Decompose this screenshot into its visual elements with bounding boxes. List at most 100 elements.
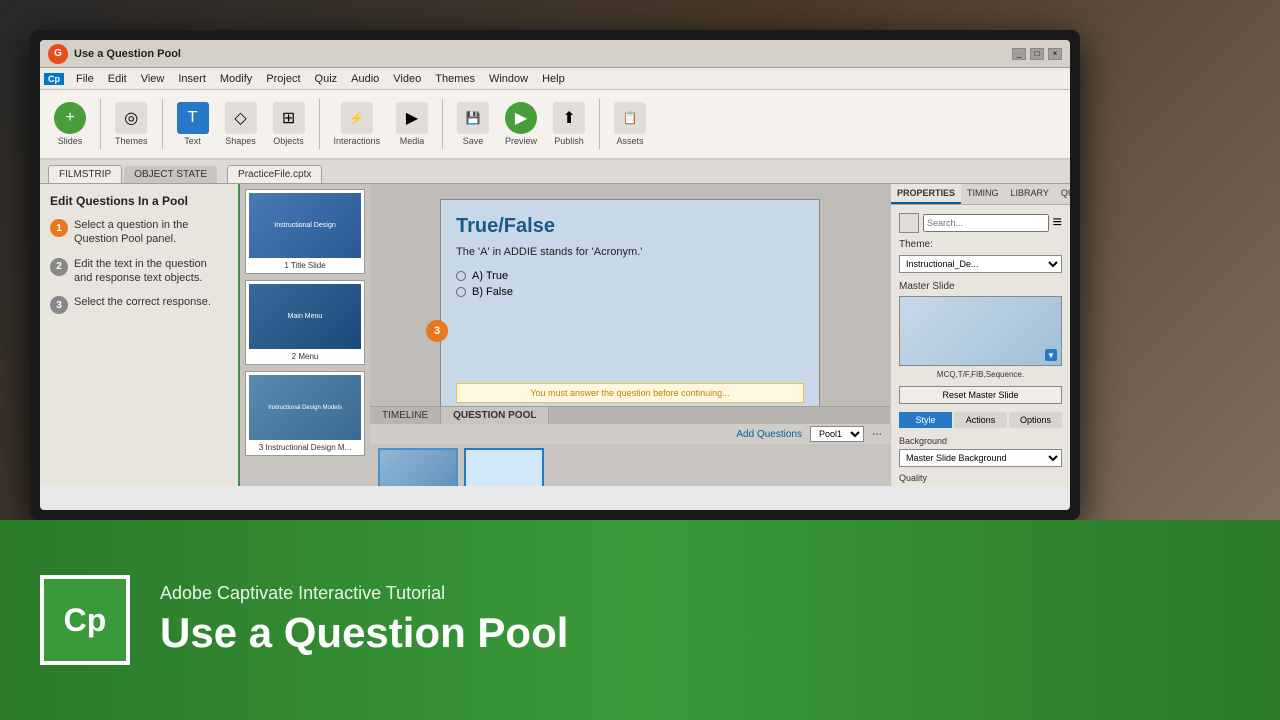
alert-box: You must answer the question before cont…: [456, 383, 804, 403]
toolbar-themes[interactable]: ◎ Themes: [109, 98, 154, 150]
background-select[interactable]: Master Slide Background: [899, 449, 1062, 467]
slide-thumb-img-2: Main Menu: [249, 284, 361, 349]
overlay-subtitle: Adobe Captivate Interactive Tutorial: [160, 583, 568, 604]
close-button[interactable]: ×: [1048, 48, 1062, 60]
publish-label: Publish: [554, 136, 584, 146]
pool-menu-icon[interactable]: ⋯: [872, 429, 882, 440]
window-controls[interactable]: _ □ ×: [1012, 48, 1062, 60]
step-text-2: Edit the text in the question and respon…: [74, 257, 228, 286]
right-tabs: PROPERTIES TIMING LIBRARY QUIZ: [891, 184, 1070, 205]
answer-option-a[interactable]: A) True: [456, 270, 804, 282]
tab-object-state[interactable]: OBJECT STATE: [124, 166, 217, 183]
overlay-title: Use a Question Pool: [160, 610, 568, 656]
right-panel-content: ≡ Theme: Instructional_De... Master Slid…: [891, 205, 1070, 486]
step-text-3: Select the correct response.: [74, 295, 211, 309]
pool-slide-2[interactable]: [464, 448, 544, 486]
cp-logo-text: Cp: [64, 602, 107, 639]
toolbar-shapes[interactable]: ◇ Shapes: [219, 98, 263, 150]
filmstrip-panel: Instructional Design 1 Title Slide Main …: [240, 184, 370, 486]
maximize-button[interactable]: □: [1030, 48, 1044, 60]
radio-a[interactable]: [456, 271, 466, 281]
menu-edit[interactable]: Edit: [102, 71, 133, 87]
toolbar-media[interactable]: ▶ Media: [390, 98, 434, 150]
menu-themes[interactable]: Themes: [429, 71, 481, 87]
pool-slides: [370, 444, 890, 486]
title-bar-left: G Use a Question Pool: [48, 44, 181, 64]
text-icon: T: [177, 102, 209, 134]
slide-thumb-img-1: Instructional Design: [249, 193, 361, 258]
style-tab-actions[interactable]: Actions: [954, 412, 1007, 428]
canvas-inner: 3 True/False The 'A' in ADDIE stands for…: [370, 184, 890, 406]
save-label: Save: [463, 136, 484, 146]
search-input[interactable]: [923, 214, 1049, 232]
menu-insert[interactable]: Insert: [172, 71, 212, 87]
slide-thumb-2[interactable]: Main Menu 2 Menu: [245, 280, 365, 365]
style-tab-style[interactable]: Style: [899, 412, 952, 428]
right-tab-properties[interactable]: PROPERTIES: [891, 184, 961, 204]
step-number-1: 1: [50, 219, 68, 237]
preview-label: Preview: [505, 136, 537, 146]
menu-bar: Cp File Edit View Insert Modify Project …: [40, 68, 1070, 90]
objects-icon: ⊞: [273, 102, 305, 134]
menu-window[interactable]: Window: [483, 71, 534, 87]
right-tab-quiz[interactable]: QUIZ: [1055, 184, 1070, 204]
tab-filmstrip[interactable]: FILMSTRIP: [48, 165, 122, 183]
slide-label-3: 3 Instructional Design M...: [249, 443, 361, 452]
toolbar-assets[interactable]: 📋 Assets: [608, 98, 652, 150]
toolbar-text[interactable]: T Text: [171, 98, 215, 150]
slide-label-1: 1 Title Slide: [249, 261, 361, 270]
menu-file[interactable]: File: [70, 71, 100, 87]
right-tab-timing[interactable]: TIMING: [961, 184, 1005, 204]
answer-option-b[interactable]: B) False: [456, 286, 804, 298]
toolbar-sep-4: [442, 99, 443, 149]
toolbar-slides[interactable]: + Slides: [48, 98, 92, 150]
option-b-letter: B) False: [472, 286, 513, 298]
themes-label: Themes: [115, 136, 148, 146]
toolbar: + Slides ◎ Themes T Text ◇ Shapes: [40, 90, 1070, 160]
radio-b[interactable]: [456, 287, 466, 297]
publish-icon: ⬆: [553, 102, 585, 134]
toolbar-publish[interactable]: ⬆ Publish: [547, 98, 591, 150]
menu-project[interactable]: Project: [260, 71, 306, 87]
toolbar-interactions[interactable]: ⚡ Interactions: [328, 98, 387, 150]
menu-quiz[interactable]: Quiz: [309, 71, 344, 87]
objects-label: Objects: [273, 136, 304, 146]
cp-logo-inner: Cp: [50, 585, 120, 655]
text-label: Text: [184, 136, 201, 146]
reset-master-slide-button[interactable]: Reset Master Slide: [899, 386, 1062, 404]
menu-help[interactable]: Help: [536, 71, 571, 87]
menu-view[interactable]: View: [135, 71, 171, 87]
menu-video[interactable]: Video: [387, 71, 427, 87]
slides-icon: +: [54, 102, 86, 134]
right-tab-library[interactable]: LIBRARY: [1005, 184, 1055, 204]
add-questions-button[interactable]: Add Questions: [736, 429, 802, 440]
tab-question-pool[interactable]: QUESTION POOL: [441, 407, 549, 424]
question-pool-header: Add Questions Pool1 ⋯: [370, 424, 890, 444]
slide-question: The 'A' in ADDIE stands for 'Acronym.': [456, 246, 804, 258]
slide-thumb-3[interactable]: Instructional Design Models 3 Instructio…: [245, 371, 365, 456]
toolbar-objects[interactable]: ⊞ Objects: [267, 98, 311, 150]
menu-modify[interactable]: Modify: [214, 71, 258, 87]
save-icon: 💾: [457, 102, 489, 134]
minimize-button[interactable]: _: [1012, 48, 1026, 60]
instruction-panel: Edit Questions In a Pool 1 Select a ques…: [40, 184, 240, 486]
monitor-container: G Use a Question Pool _ □ × Cp File Edit…: [30, 30, 1080, 520]
pool-slide-1[interactable]: [378, 448, 458, 486]
style-tab-options[interactable]: Options: [1009, 412, 1062, 428]
toolbar-save[interactable]: 💾 Save: [451, 98, 495, 150]
cp-logo-box: Cp: [40, 575, 130, 665]
overlay-text: Adobe Captivate Interactive Tutorial Use…: [160, 583, 568, 656]
slide-label-2: 2 Menu: [249, 352, 361, 361]
theme-select[interactable]: Instructional_De...: [899, 255, 1062, 273]
pool-select[interactable]: Pool1: [810, 426, 864, 442]
master-slide-label: Master Slide: [899, 281, 1062, 292]
instruction-title: Edit Questions In a Pool: [50, 194, 228, 208]
bottom-tabs: TIMELINE QUESTION POOL: [370, 407, 890, 424]
slide-thumb-1[interactable]: Instructional Design 1 Title Slide: [245, 189, 365, 274]
menu-audio[interactable]: Audio: [345, 71, 385, 87]
tab-file[interactable]: PracticeFile.cptx: [227, 165, 322, 183]
tab-timeline[interactable]: TIMELINE: [370, 407, 441, 424]
list-icon[interactable]: ≡: [1053, 214, 1062, 232]
slide-canvas: 3 True/False The 'A' in ADDIE stands for…: [440, 199, 820, 406]
toolbar-preview[interactable]: ▶ Preview: [499, 98, 543, 150]
